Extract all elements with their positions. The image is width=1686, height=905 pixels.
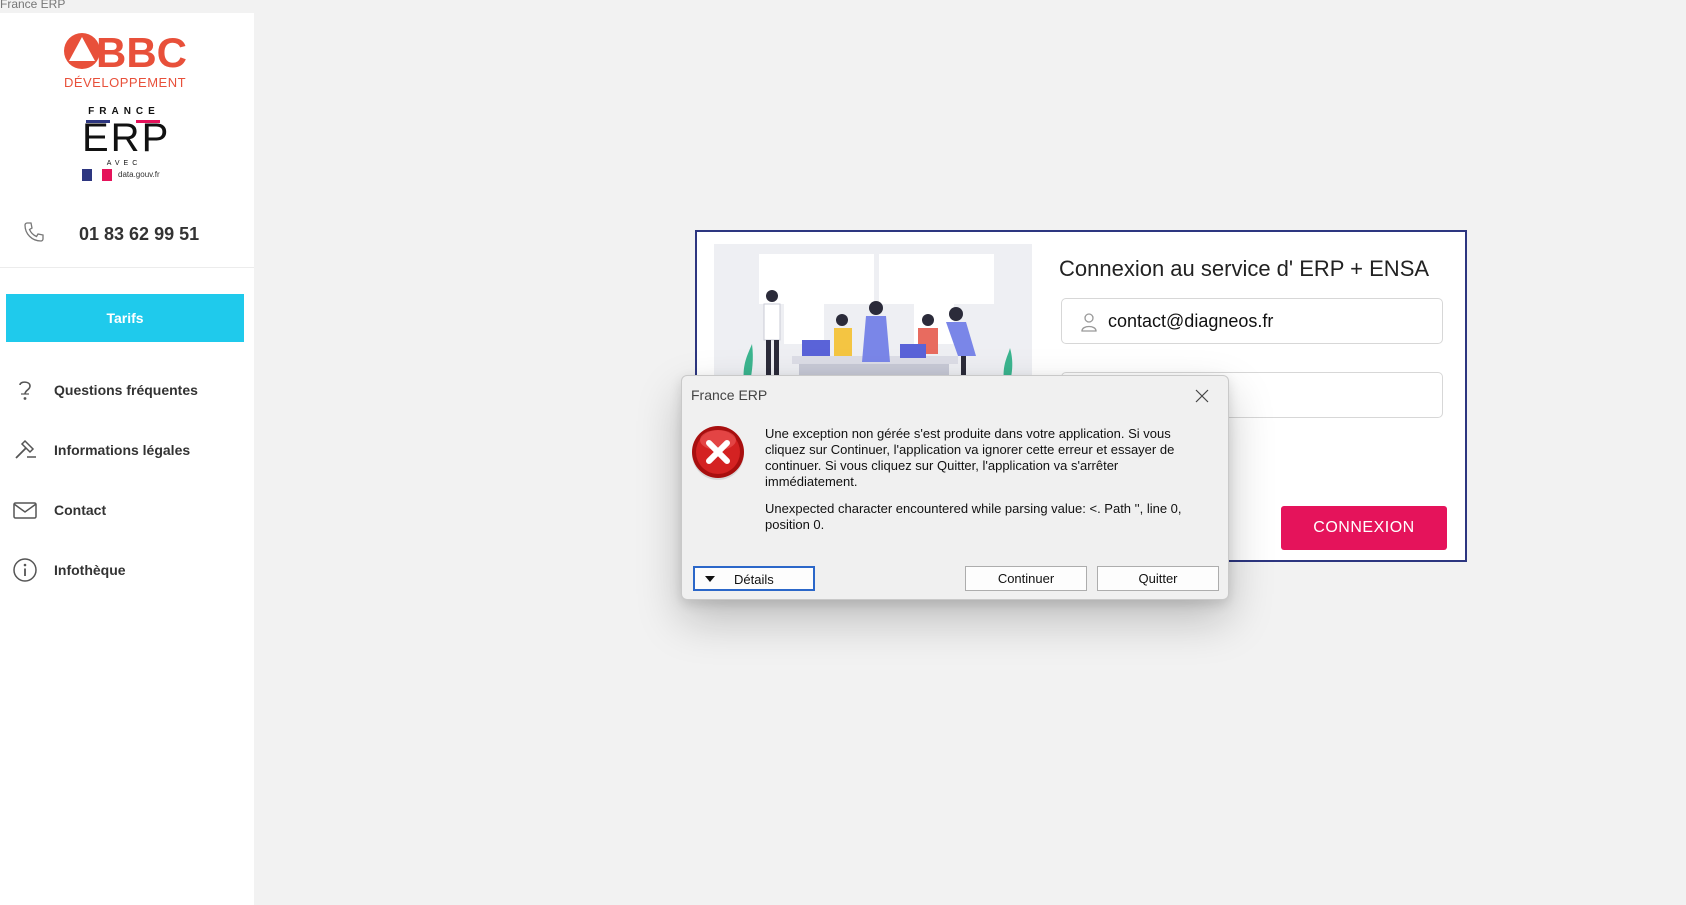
dialog-message: Une exception non gérée s'est produite d… [765,426,1205,533]
login-title: Connexion au service d' ERP + ENSA [1059,256,1430,281]
phone-icon [24,222,44,242]
details-button[interactable]: Détails [693,566,815,591]
erp-logo-avec: AVEC [106,160,142,167]
question-icon [19,381,31,400]
sidebar-item-label: Questions fréquentes [54,382,198,398]
sidebar-item-label: Informations légales [54,442,191,458]
dialog-title: France ERP [691,387,768,403]
gavel-icon [15,439,36,459]
sidebar-item-label: Contact [54,502,107,518]
sidebar-item-infotheque[interactable]: Infothèque [10,553,240,587]
phone-number: 01 83 62 99 51 [79,224,200,244]
republique-flag-icon [82,169,112,181]
chevron-down-icon [705,576,715,582]
error-icon [692,426,744,480]
quit-button[interactable]: Quitter [1097,566,1219,591]
sidebar-item-contact[interactable]: Contact [10,493,240,527]
details-button-label: Détails [734,572,774,587]
sidebar-item-label: Infothèque [54,562,126,578]
connexion-button[interactable]: CONNEXION [1281,506,1447,550]
erp-logo-main: ERP [82,116,171,160]
bbc-logo-subtitle: DÉVELOPPEMENT [63,75,187,90]
france-erp-logo: FRANCE ERP AVEC data.gouv.fr [78,106,168,202]
continue-button[interactable]: Continuer [965,566,1087,591]
email-input[interactable] [1108,308,1428,334]
sidebar-divider [0,267,254,268]
sidebar: BBC DÉVELOPPEMENT FRANCE ERP AVEC data.g… [0,13,254,905]
error-dialog: France ERP Une exception non gérée s'est… [681,375,1229,600]
team-illustration-icon [714,244,1032,382]
bbc-logo-text: BBC [96,29,187,73]
window-title: France ERP [0,0,66,11]
data-gouv-text: data.gouv.fr [118,170,160,179]
sidebar-item-faq[interactable]: Questions fréquentes [10,373,240,407]
dialog-message-detail: Unexpected character encountered while p… [765,501,1182,532]
close-icon[interactable] [1194,388,1210,404]
email-field[interactable] [1061,298,1443,344]
tarifs-button[interactable]: Tarifs [6,294,244,342]
bbc-logo-icon: BBC [64,29,187,73]
sidebar-item-legal[interactable]: Informations légales [10,433,240,467]
dialog-message-main: Une exception non gérée s'est produite d… [765,426,1175,489]
mail-icon [13,502,37,519]
phone-row[interactable]: 01 83 62 99 51 [22,220,242,250]
info-icon [13,558,37,582]
user-icon [1081,313,1097,332]
